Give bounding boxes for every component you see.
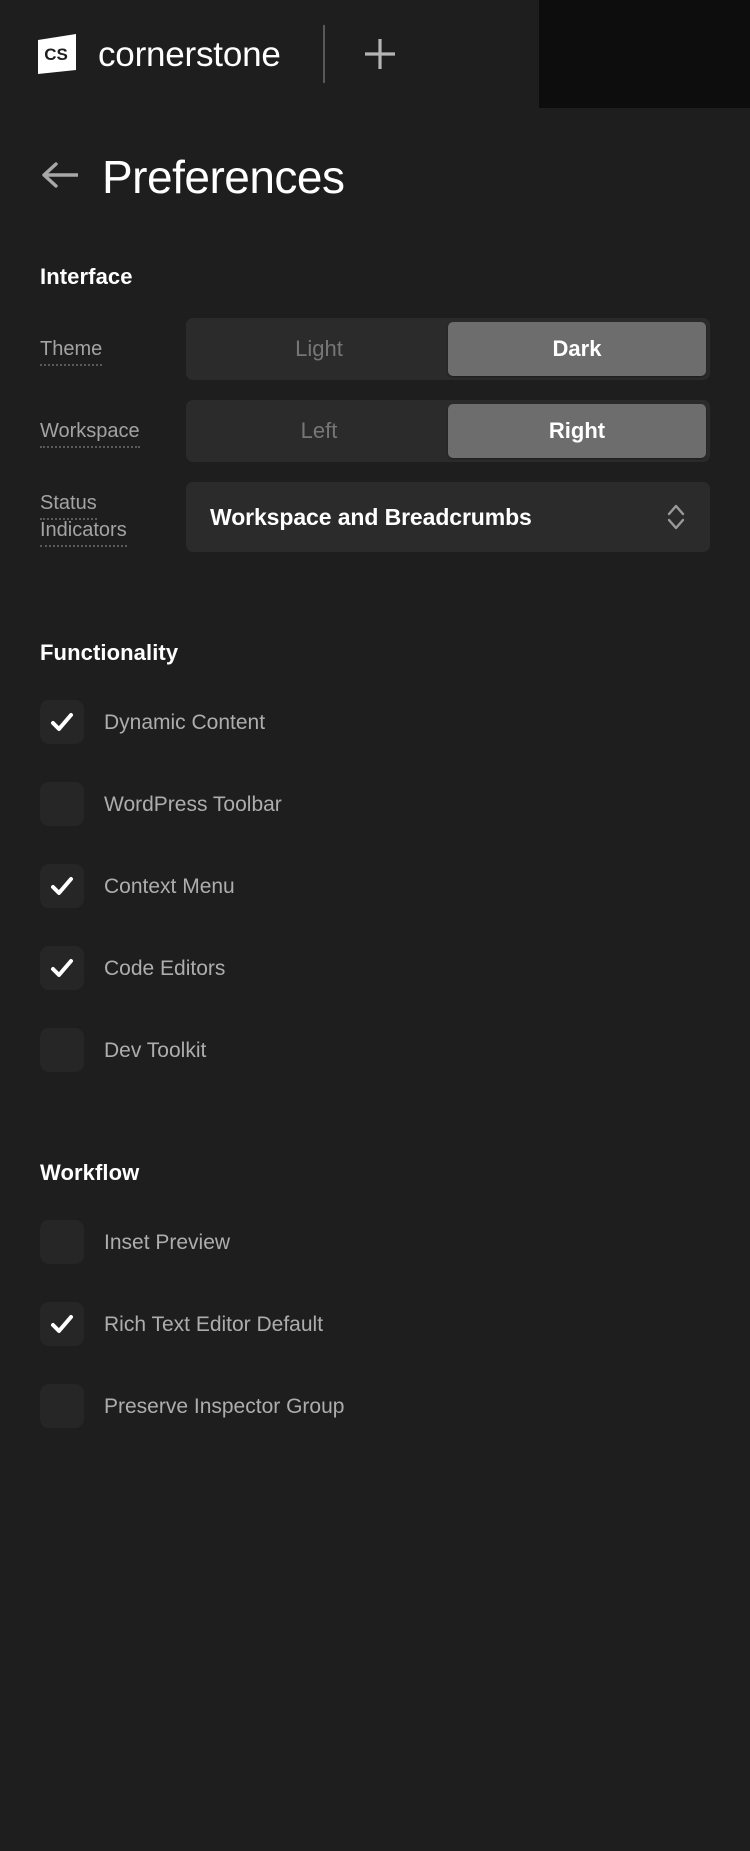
app-topbar: CS cornerstone xyxy=(0,0,750,108)
functionality-section: Functionality Dynamic Content WordPress … xyxy=(0,640,750,1072)
setting-label-status-indicators-text: Status Indicators xyxy=(40,492,127,547)
checkbox-row-dynamic-content[interactable]: Dynamic Content xyxy=(40,700,710,744)
checkbox-row-rich-text-editor-default[interactable]: Rich Text Editor Default xyxy=(40,1302,710,1346)
checkbox-label-preserve-inspector-group: Preserve Inspector Group xyxy=(104,1396,344,1417)
workspace-control: Left Right xyxy=(186,400,710,462)
plus-icon xyxy=(360,34,400,74)
checkmark-icon xyxy=(48,708,76,736)
functionality-checkbox-list: Dynamic Content WordPress Toolbar Contex… xyxy=(40,700,710,1072)
checkbox-row-preserve-inspector-group[interactable]: Preserve Inspector Group xyxy=(40,1384,710,1428)
checkbox-label-dev-toolkit: Dev Toolkit xyxy=(104,1040,206,1061)
checkmark-icon xyxy=(48,872,76,900)
topbar-divider xyxy=(323,25,325,83)
back-button[interactable] xyxy=(40,156,82,198)
app-brand[interactable]: CS cornerstone xyxy=(34,31,281,77)
cornerstone-cs-logo-icon: CS xyxy=(34,31,80,77)
status-indicators-control: Workspace and Breadcrumbs xyxy=(186,482,710,552)
theme-option-dark[interactable]: Dark xyxy=(448,322,706,376)
status-indicators-select[interactable]: Workspace and Breadcrumbs xyxy=(186,482,710,552)
checkbox-inset-preview[interactable] xyxy=(40,1220,84,1264)
setting-label-workspace-text: Workspace xyxy=(40,420,140,448)
new-tab-button[interactable] xyxy=(349,23,411,85)
page-header: Preferences xyxy=(0,108,750,200)
theme-control: Light Dark xyxy=(186,318,710,380)
checkbox-context-menu[interactable] xyxy=(40,864,84,908)
workflow-checkbox-list: Inset Preview Rich Text Editor Default P… xyxy=(40,1220,710,1428)
checkbox-label-inset-preview: Inset Preview xyxy=(104,1232,230,1253)
setting-label-status-indicators: Status Indicators xyxy=(40,490,186,544)
theme-option-light[interactable]: Light xyxy=(190,322,448,376)
checkbox-row-wordpress-toolbar[interactable]: WordPress Toolbar xyxy=(40,782,710,826)
interface-section: Interface Theme Light Dark Workspace xyxy=(0,264,750,552)
checkbox-label-dynamic-content: Dynamic Content xyxy=(104,712,265,733)
workspace-option-right[interactable]: Right xyxy=(448,404,706,458)
checkbox-dev-toolkit[interactable] xyxy=(40,1028,84,1072)
section-title-interface: Interface xyxy=(40,264,710,290)
checkbox-label-wordpress-toolbar: WordPress Toolbar xyxy=(104,794,282,815)
checkbox-wordpress-toolbar[interactable] xyxy=(40,782,84,826)
setting-row-workspace: Workspace Left Right xyxy=(40,400,710,462)
checkmark-icon xyxy=(48,954,76,982)
checkbox-rich-text-editor-default[interactable] xyxy=(40,1302,84,1346)
arrow-left-icon xyxy=(40,160,82,195)
setting-row-status-indicators: Status Indicators Workspace and Breadcru… xyxy=(40,482,710,552)
workspace-option-left[interactable]: Left xyxy=(190,404,448,458)
chevron-up-down-icon xyxy=(664,501,688,533)
checkbox-preserve-inspector-group[interactable] xyxy=(40,1384,84,1428)
setting-label-theme-text: Theme xyxy=(40,338,102,366)
interface-rows: Theme Light Dark Workspace Left R xyxy=(40,318,710,552)
preferences-screen: CS cornerstone Preferenc xyxy=(0,0,750,1851)
brand-name: cornerstone xyxy=(98,37,281,72)
checkbox-row-context-menu[interactable]: Context Menu xyxy=(40,864,710,908)
checkbox-label-code-editors: Code Editors xyxy=(104,958,225,979)
checkbox-row-inset-preview[interactable]: Inset Preview xyxy=(40,1220,710,1264)
checkbox-label-context-menu: Context Menu xyxy=(104,876,235,897)
theme-segmented-control[interactable]: Light Dark xyxy=(186,318,710,380)
setting-row-theme: Theme Light Dark xyxy=(40,318,710,380)
setting-label-theme: Theme xyxy=(40,336,186,363)
topbar-empty-region xyxy=(539,0,750,108)
section-title-functionality: Functionality xyxy=(40,640,710,666)
checkbox-label-rich-text-editor-default: Rich Text Editor Default xyxy=(104,1314,323,1335)
setting-label-workspace: Workspace xyxy=(40,418,186,445)
checkbox-dynamic-content[interactable] xyxy=(40,700,84,744)
checkmark-icon xyxy=(48,1310,76,1338)
workspace-segmented-control[interactable]: Left Right xyxy=(186,400,710,462)
checkbox-code-editors[interactable] xyxy=(40,946,84,990)
section-title-workflow: Workflow xyxy=(40,1160,710,1186)
page-title: Preferences xyxy=(102,154,345,200)
checkbox-row-dev-toolkit[interactable]: Dev Toolkit xyxy=(40,1028,710,1072)
status-indicators-selected-value: Workspace and Breadcrumbs xyxy=(210,504,532,531)
checkbox-row-code-editors[interactable]: Code Editors xyxy=(40,946,710,990)
workflow-section: Workflow Inset Preview Rich Text Editor … xyxy=(0,1160,750,1428)
svg-text:CS: CS xyxy=(44,45,68,64)
